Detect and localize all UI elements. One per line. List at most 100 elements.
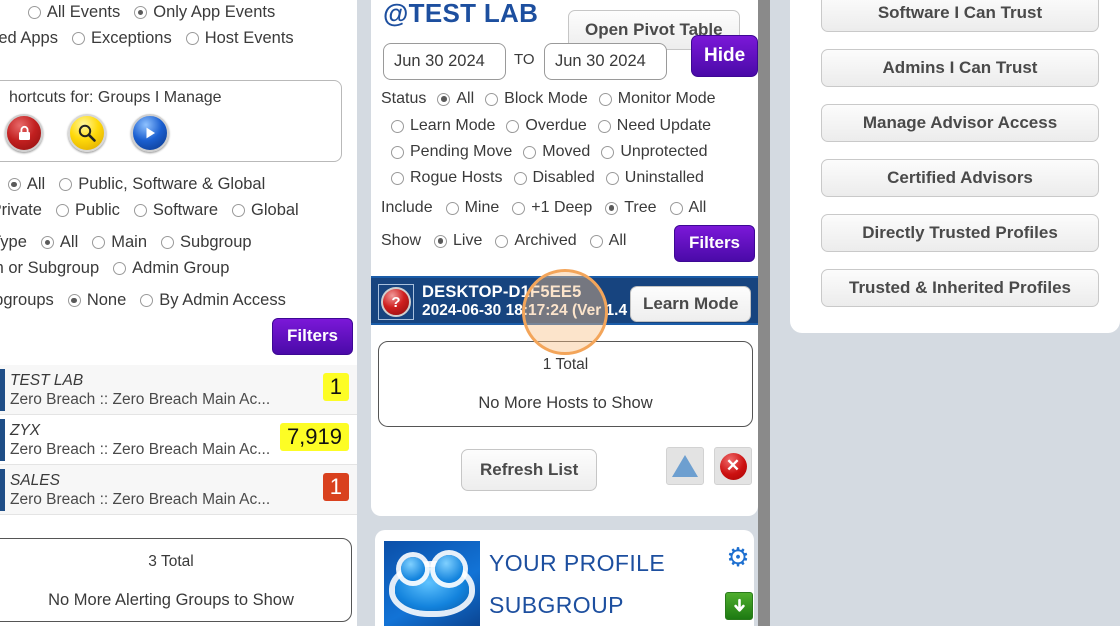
radio-visibility-software[interactable]: Software <box>133 201 219 220</box>
trusted-inherited-profiles-button[interactable]: Trusted & Inherited Profiles <box>821 269 1099 307</box>
radio-visibility-public[interactable]: Public <box>55 201 120 220</box>
show-row: Show Live Archived All <box>381 232 626 250</box>
radio-indicator <box>391 171 404 185</box>
my-private-label: My Private <box>0 201 42 219</box>
software-i-can-trust-button[interactable]: Software I Can Trust <box>821 0 1099 32</box>
radio-indicator <box>597 119 611 133</box>
profile-logo <box>384 541 480 626</box>
profile-subtitle: SUBGROUP <box>489 592 624 618</box>
radio-label: Monitor Mode <box>617 90 716 107</box>
host-detail: 2024-06-30 18:17:24 (Ver 1.4 <box>422 302 628 319</box>
status-row2: Learn Mode Overdue Need Update <box>391 117 711 135</box>
radio-label: Public, Software & Global <box>78 175 266 193</box>
radio-status-disabled[interactable]: Disabled <box>513 169 595 187</box>
page-scrollbar[interactable] <box>758 0 770 626</box>
right-card: Software I Can Trust Admins I Can Trust … <box>790 0 1120 333</box>
radio-type-all[interactable]: All <box>40 233 78 252</box>
radio-visibility-all[interactable]: All <box>7 175 45 194</box>
radio-type-subgroup[interactable]: Subgroup <box>161 233 252 252</box>
radio-visibility-global[interactable]: Global <box>232 201 299 220</box>
lock-glyph <box>7 116 41 150</box>
radio-type-main[interactable]: Main <box>92 233 147 252</box>
center-card: @TEST LAB Open Pivot Table Jun 30 2024 T… <box>371 0 758 516</box>
radio-show-all[interactable]: All <box>589 232 626 250</box>
directly-trusted-profiles-button[interactable]: Directly Trusted Profiles <box>821 214 1099 252</box>
radio-admin-group[interactable]: Admin Group <box>113 259 229 278</box>
visibility-row: ility All Public, Software & Global <box>0 175 265 194</box>
row-accent-bar <box>0 469 5 511</box>
radio-status-pending-move[interactable]: Pending Move <box>391 143 512 161</box>
radio-include-all[interactable]: All <box>669 199 706 217</box>
close-button[interactable]: ✕ <box>714 447 752 485</box>
profile-title: YOUR PROFILE <box>489 550 666 576</box>
status-row3: Pending Move Moved Unprotected <box>391 143 708 161</box>
radio-label: Exceptions <box>90 29 172 47</box>
radio-exceptions[interactable]: Exceptions <box>71 29 172 48</box>
radio-visibility-public-software-global[interactable]: Public, Software & Global <box>59 175 265 194</box>
magnifier-icon[interactable] <box>68 114 106 152</box>
triangle-up-icon <box>672 455 698 477</box>
lock-icon[interactable] <box>5 114 43 152</box>
admins-i-can-trust-button[interactable]: Admins I Can Trust <box>821 49 1099 87</box>
certified-advisors-button[interactable]: Certified Advisors <box>821 159 1099 197</box>
radio-host-events[interactable]: Host Events <box>185 29 294 48</box>
radio-label: +1 Deep <box>531 199 593 216</box>
radio-include-plus1deep[interactable]: +1 Deep <box>512 199 592 217</box>
scroll-up-button[interactable] <box>666 447 704 485</box>
shortcuts-title: hortcuts for: Groups I Manage <box>9 89 222 106</box>
radio-all-events[interactable]: All Events <box>27 3 120 22</box>
radio-indicator <box>134 6 148 19</box>
radio-status-uninstalled[interactable]: Uninstalled <box>605 169 704 187</box>
radio-label: Learn Mode <box>410 117 496 134</box>
download-icon[interactable] <box>725 592 753 620</box>
status-badge: 1 <box>322 373 349 402</box>
host-row[interactable]: ? DESKTOP-D1F5EE5 2024-06-30 18:17:24 (V… <box>371 276 758 325</box>
page-title: @TEST LAB <box>383 0 539 28</box>
radio-label: Admin Group <box>132 259 230 277</box>
radio-label: Software <box>152 201 219 219</box>
list-item[interactable]: ZYX Zero Breach :: Zero Breach Main Ac..… <box>0 415 357 465</box>
cloud-icon <box>395 555 469 611</box>
list-item[interactable]: TEST LAB Zero Breach :: Zero Breach Main… <box>0 365 357 415</box>
list-item[interactable]: SALES Zero Breach :: Zero Breach Main Ac… <box>0 465 357 515</box>
date-from-input[interactable]: Jun 30 2024 <box>383 43 506 80</box>
radio-status-rogue-hosts[interactable]: Rogue Hosts <box>391 169 503 187</box>
radio-subgroups-none[interactable]: None <box>67 291 126 310</box>
radio-include-mine[interactable]: Mine <box>445 199 499 217</box>
radio-blocked-apps[interactable]: Blocked Apps <box>0 29 58 48</box>
radio-indicator <box>7 178 21 191</box>
group-description: Zero Breach :: Zero Breach Main Ac... <box>10 391 271 409</box>
radio-label: Block Mode <box>504 90 588 107</box>
radio-status-moved[interactable]: Moved <box>523 143 590 161</box>
radio-status-overdue[interactable]: Overdue <box>506 117 587 135</box>
left-filters-button[interactable]: Filters <box>272 318 354 355</box>
radio-only-app-events[interactable]: Only App Events <box>134 3 275 22</box>
refresh-list-button[interactable]: Refresh List <box>461 449 598 491</box>
radio-status-unprotected[interactable]: Unprotected <box>601 143 708 161</box>
play-icon[interactable] <box>131 114 169 152</box>
radio-show-archived[interactable]: Archived <box>495 232 577 250</box>
radio-status-need-update[interactable]: Need Update <box>597 117 711 135</box>
gear-icon[interactable]: ⚙ <box>725 544 751 570</box>
subgroups-row: Subgroups None By Admin Access <box>0 291 286 310</box>
radio-indicator <box>437 92 451 106</box>
date-to-input[interactable]: Jun 30 2024 <box>544 43 667 80</box>
radio-label: Unprotected <box>620 143 708 160</box>
manage-advisor-access-button[interactable]: Manage Advisor Access <box>821 104 1099 142</box>
status-badge: 7,919 <box>279 423 349 452</box>
radio-indicator <box>92 236 106 249</box>
radio-status-learn-mode[interactable]: Learn Mode <box>391 117 495 135</box>
radio-subgroups-by-admin-access[interactable]: By Admin Access <box>140 291 286 310</box>
radio-status-block-mode[interactable]: Block Mode <box>485 90 588 108</box>
radio-include-tree[interactable]: Tree <box>605 199 657 217</box>
radio-show-live[interactable]: Live <box>434 232 482 250</box>
radio-status-monitor-mode[interactable]: Monitor Mode <box>598 90 716 108</box>
hide-button[interactable]: Hide <box>691 35 758 77</box>
radio-indicator <box>40 236 54 249</box>
shortcuts-box: hortcuts for: Groups I Manage <box>0 80 342 162</box>
host-status-icon[interactable]: ? <box>378 284 414 320</box>
radio-status-all[interactable]: All <box>437 90 474 108</box>
center-filters-button[interactable]: Filters <box>674 225 756 262</box>
group-list: TEST LAB Zero Breach :: Zero Breach Main… <box>0 365 357 515</box>
learn-mode-button[interactable]: Learn Mode <box>630 286 752 322</box>
